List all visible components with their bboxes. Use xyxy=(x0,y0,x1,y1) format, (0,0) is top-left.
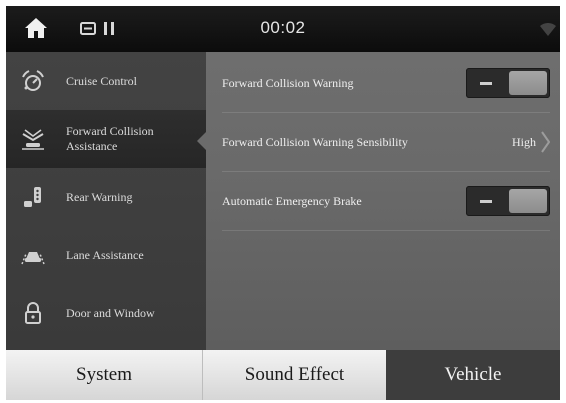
lane-assistance-icon xyxy=(21,252,45,265)
toggle-knob xyxy=(509,189,547,213)
setting-row-forward-collision-warning: Forward Collision Warning xyxy=(222,54,550,113)
sidebar-item-door-and-window[interactable]: Door and Window xyxy=(6,284,206,342)
toggle-off-mark xyxy=(480,82,492,85)
toggle-knob xyxy=(509,71,547,95)
sidebar-item-rear-warning[interactable]: Rear Warning xyxy=(6,168,206,226)
tab-sound-effect[interactable]: Sound Effect xyxy=(202,350,386,400)
sidebar-item-label: Lane Assistance xyxy=(66,247,144,262)
status-bar: 00:02 xyxy=(6,6,560,52)
sidebar-item-cruise-control[interactable]: Cruise Control xyxy=(6,52,206,110)
rear-warning-icon xyxy=(24,187,41,207)
sidebar-item-label: Cruise Control xyxy=(66,73,137,88)
toggle-off-mark xyxy=(480,200,492,203)
clock: 00:02 xyxy=(260,18,306,37)
forward-collision-icon xyxy=(22,129,44,150)
settings-panel: Forward Collision Warning Forward Collis… xyxy=(206,52,560,350)
sidebar-item-label: Forward Collision Assistance xyxy=(66,124,154,153)
setting-label: Forward Collision Warning Sensibility xyxy=(222,135,408,149)
sensibility-value: High xyxy=(512,135,536,149)
setting-label: Automatic Emergency Brake xyxy=(222,194,362,208)
setting-label: Forward Collision Warning xyxy=(222,76,354,90)
active-item-pointer xyxy=(197,132,206,150)
setting-row-automatic-emergency-brake: Automatic Emergency Brake xyxy=(222,172,550,231)
sidebar-item-lane-assistance[interactable]: Lane Assistance xyxy=(6,226,206,284)
infotainment-screen: 00:02 Cruise Control Forward Collision A… xyxy=(6,6,560,400)
wifi-icon xyxy=(540,22,556,36)
forward-collision-warning-toggle[interactable] xyxy=(466,68,550,98)
tab-system[interactable]: System xyxy=(6,350,202,400)
cruise-control-icon xyxy=(22,70,44,91)
sidebar: Cruise Control Forward Collision Assista… xyxy=(6,52,206,350)
tab-bar: System Sound Effect Vehicle xyxy=(6,350,560,400)
automatic-emergency-brake-toggle[interactable] xyxy=(466,186,550,216)
tab-vehicle[interactable]: Vehicle xyxy=(386,350,560,400)
sidebar-item-label: Door and Window xyxy=(66,305,155,320)
door-lock-icon xyxy=(25,302,41,324)
sidebar-item-forward-collision-assistance[interactable]: Forward Collision Assistance xyxy=(6,110,206,168)
chevron-right-icon[interactable] xyxy=(540,131,550,153)
setting-row-warning-sensibility[interactable]: Forward Collision Warning Sensibility Hi… xyxy=(222,113,550,172)
sidebar-item-label: Rear Warning xyxy=(66,189,133,204)
